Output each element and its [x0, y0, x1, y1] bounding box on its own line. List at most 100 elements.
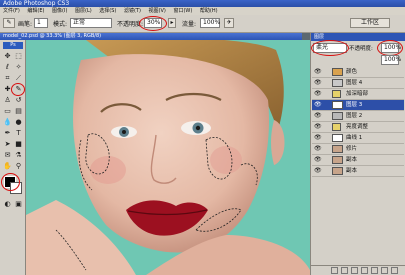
layer-row-selected[interactable]: 👁 图层 3 — [312, 100, 404, 111]
layers-panel: 图层 柔光 不透明度: 100% 100% 👁 颜色 👁 图层 4 👁 加深暗部… — [310, 33, 405, 275]
document-canvas[interactable] — [26, 40, 310, 275]
menu-view[interactable]: 视图(V) — [146, 7, 169, 15]
layer-opacity-label: 不透明度: — [349, 46, 373, 52]
visibility-eye-icon[interactable]: 👁 — [314, 135, 322, 141]
layer-group-row[interactable]: 👁 加深暗部 — [312, 89, 404, 100]
dodge-tool-icon[interactable]: ● — [14, 118, 23, 127]
visibility-eye-icon[interactable]: 👁 — [314, 124, 322, 130]
layer-style-icon[interactable] — [341, 267, 348, 274]
type-tool-icon[interactable]: T — [14, 129, 23, 138]
menu-select[interactable]: 选择(S) — [96, 7, 119, 15]
mode-select[interactable]: 正常 — [70, 18, 112, 28]
layer-thumbnail — [332, 156, 343, 164]
visibility-eye-icon[interactable]: 👁 — [314, 168, 322, 174]
flow-field[interactable]: 100% — [200, 18, 220, 28]
folder-icon — [332, 123, 341, 131]
layer-opacity-highlight-circle — [377, 40, 403, 56]
layer-thumbnail — [332, 79, 343, 87]
blend-mode-highlight-circle — [311, 40, 349, 56]
eyedropper-tool-icon[interactable]: ⚗ — [14, 151, 23, 160]
menu-layer[interactable]: 图层(L) — [72, 7, 95, 15]
menu-filter[interactable]: 滤镜(T) — [121, 7, 144, 15]
layer-name: 副本 — [346, 157, 358, 163]
opacity-highlight-circle — [139, 16, 167, 31]
menu-window[interactable]: 窗口(W) — [170, 7, 195, 15]
layer-thumbnail — [332, 167, 343, 175]
layer-row[interactable]: 👁 颜色 — [312, 67, 404, 78]
airbrush-icon[interactable]: ✈ — [224, 18, 234, 28]
menu-image[interactable]: 图像(I) — [49, 7, 70, 15]
visibility-eye-icon[interactable]: 👁 — [314, 157, 322, 163]
layer-name: 修片 — [346, 146, 358, 152]
mode-value: 正常 — [73, 19, 86, 26]
layer-name: 图层 3 — [346, 102, 363, 108]
shape-tool-icon[interactable]: ■ — [14, 140, 23, 149]
options-bar: ✎ 画笔: 1 模式: 正常 不透明度: 30% ▸ 流量: 100% ✈ 工作… — [0, 15, 405, 33]
photoshop-logo: Ps — [3, 42, 23, 49]
history-brush-tool-icon[interactable]: ↺ — [14, 96, 23, 105]
mode-label: 模式: — [53, 21, 68, 28]
pen-tool-icon[interactable]: ✒ — [3, 129, 12, 138]
eraser-tool-icon[interactable]: ▭ — [3, 107, 12, 116]
opacity-slider-toggle[interactable]: ▸ — [168, 18, 176, 28]
layer-thumbnail — [332, 134, 343, 142]
zoom-tool-icon[interactable]: ⚲ — [14, 162, 23, 171]
menu-edit[interactable]: 编辑(E) — [24, 7, 47, 15]
quick-mask-icon[interactable]: ◐ — [3, 200, 12, 209]
layers-panel-footer — [311, 265, 405, 275]
layer-row[interactable]: 👁 图层 4 — [312, 78, 404, 89]
visibility-eye-icon[interactable]: 👁 — [314, 113, 322, 119]
menu-file[interactable]: 文件(F) — [0, 7, 23, 15]
visibility-eye-icon[interactable]: 👁 — [314, 91, 322, 97]
new-group-icon[interactable] — [371, 267, 378, 274]
layer-mask-icon[interactable] — [351, 267, 358, 274]
hand-tool-icon[interactable]: ✋ — [3, 162, 12, 171]
crop-tool-icon[interactable]: ⌗ — [3, 74, 12, 83]
move-tool-icon[interactable]: ✥ — [3, 52, 12, 61]
layer-row[interactable]: 👁 图层 2 — [312, 111, 404, 122]
layer-row[interactable]: 👁 修片 — [312, 144, 404, 155]
layer-name: 颜色 — [346, 69, 358, 75]
marquee-tool-icon[interactable]: ⬚ — [14, 52, 23, 61]
layer-thumbnail — [332, 145, 343, 153]
trash-icon[interactable] — [391, 267, 398, 274]
brush-size-value: 1 — [37, 19, 41, 26]
gradient-tool-icon[interactable]: ▤ — [14, 107, 23, 116]
link-layers-icon[interactable] — [331, 267, 338, 274]
layer-thumbnail — [332, 112, 343, 120]
blur-tool-icon[interactable]: 💧 — [3, 118, 12, 127]
layer-name: 图层 4 — [346, 80, 363, 86]
workspace-button[interactable]: 工作区 — [350, 18, 390, 28]
layer-name: 亮度调整 — [346, 124, 369, 130]
visibility-eye-icon[interactable]: 👁 — [314, 146, 322, 152]
menu-help[interactable]: 帮助(H) — [197, 7, 221, 15]
visibility-eye-icon[interactable]: 👁 — [314, 80, 322, 86]
clone-stamp-tool-icon[interactable]: ♙ — [3, 96, 12, 105]
visibility-eye-icon[interactable]: 👁 — [314, 102, 322, 108]
layer-thumbnail — [332, 101, 343, 109]
layer-group-row[interactable]: 👁 亮度调整 — [312, 122, 404, 133]
toolbox: Ps ✥ ⬚ ℓ ✧ ⌗ ⟋ ✚ ✎ ♙ ↺ ▭ ▤ 💧 ● ✒ T ➤ ■ ✉… — [0, 40, 26, 275]
lasso-tool-icon[interactable]: ℓ — [3, 63, 12, 72]
flow-value: 100% — [203, 19, 221, 26]
magic-wand-tool-icon[interactable]: ✧ — [14, 63, 23, 72]
app-title: Adobe Photoshop CS3 — [3, 0, 70, 7]
layer-name: 副本 — [346, 168, 358, 174]
adjustment-layer-icon[interactable] — [361, 267, 368, 274]
menu-bar: 文件(F) 编辑(E) 图像(I) 图层(L) 选择(S) 滤镜(T) 视图(V… — [0, 7, 405, 15]
visibility-eye-icon[interactable]: 👁 — [314, 69, 322, 75]
layer-row[interactable]: 👁 曲线 1 — [312, 133, 404, 144]
screen-mode-icon[interactable]: ▣ — [14, 200, 23, 209]
brush-tool-preset-icon[interactable]: ✎ — [3, 18, 15, 28]
notes-tool-icon[interactable]: ✉ — [3, 151, 12, 160]
slice-tool-icon[interactable]: ⟋ — [14, 74, 23, 83]
foreground-color-highlight-circle — [1, 173, 20, 191]
path-selection-tool-icon[interactable]: ➤ — [3, 140, 12, 149]
brush-tool-highlight-circle — [11, 83, 25, 96]
layer-row[interactable]: 👁 副本 — [312, 155, 404, 166]
layer-row[interactable]: 👁 副本 — [312, 166, 404, 177]
fill-field[interactable]: 100% — [381, 55, 401, 65]
new-layer-icon[interactable] — [381, 267, 388, 274]
title-bar: Adobe Photoshop CS3 — [0, 0, 405, 7]
brush-size-picker[interactable]: 1 — [34, 18, 48, 28]
